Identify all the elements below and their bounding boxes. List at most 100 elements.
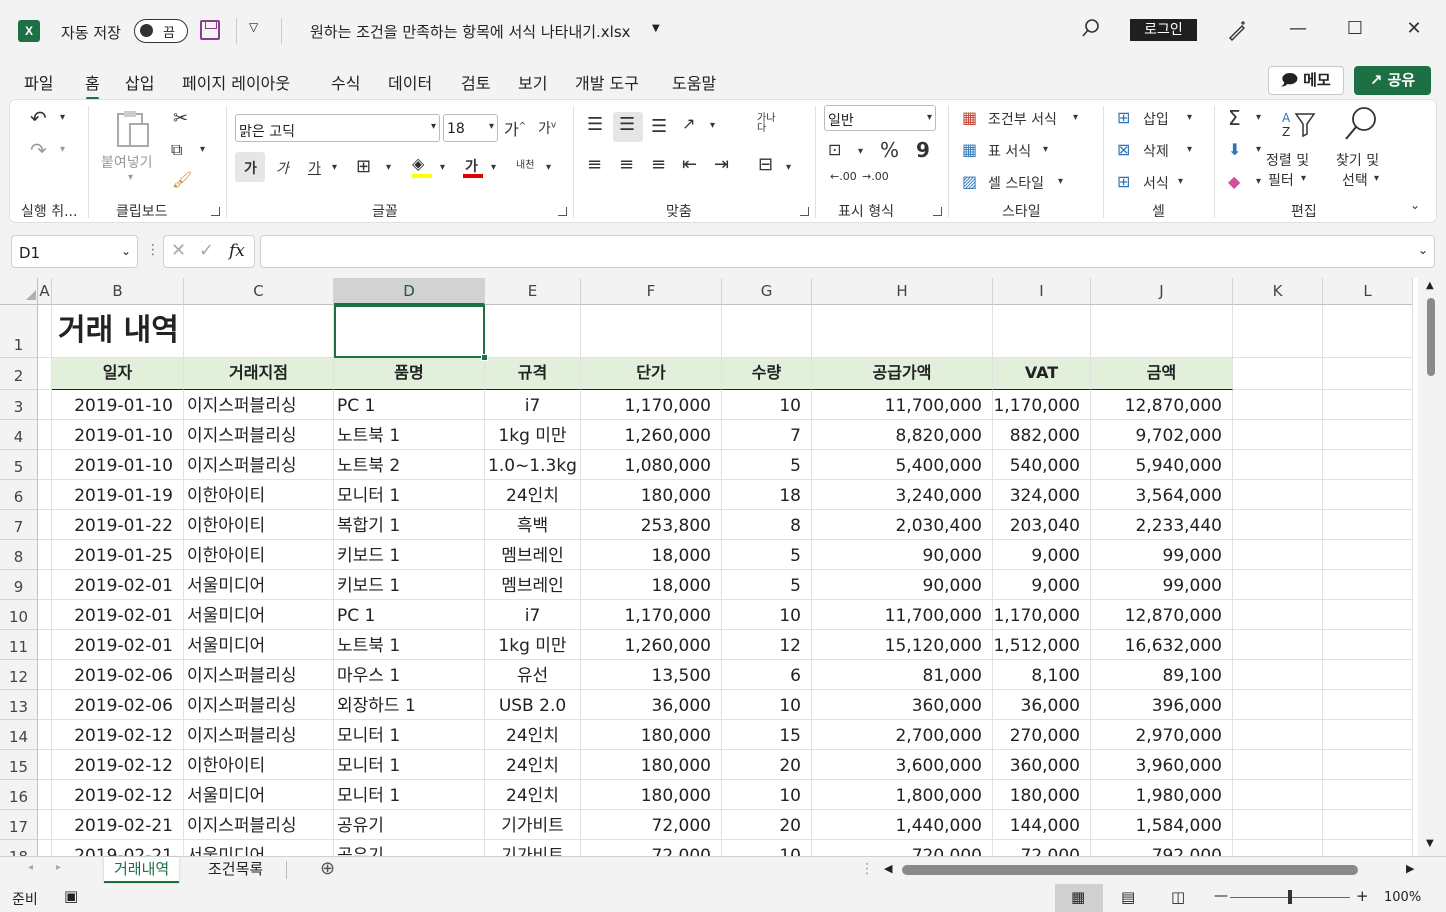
table-cell-col-h[interactable]: 15,120,000	[812, 630, 993, 660]
table-header-cell[interactable]: 수량	[722, 358, 812, 390]
italic-button[interactable]: 가	[276, 158, 289, 178]
table-cell-col-f[interactable]: 18,000	[581, 540, 722, 570]
align-top-icon[interactable]: ☰	[587, 114, 603, 135]
table-cell-col-f[interactable]: 1,260,000	[581, 630, 722, 660]
formula-input[interactable]: ⌄	[260, 235, 1435, 268]
name-box[interactable]: D1 ⌄	[11, 235, 138, 268]
autosum-icon[interactable]: Σ	[1228, 106, 1241, 130]
column-header-l[interactable]: L	[1323, 278, 1413, 305]
table-cell-col-j[interactable]: 2,970,000	[1091, 720, 1233, 750]
table-header-cell[interactable]: 거래지점	[184, 358, 334, 390]
table-cell-col-f[interactable]: 1,170,000	[581, 600, 722, 630]
table-cell-col-f[interactable]: 180,000	[581, 480, 722, 510]
column-header-h[interactable]: H	[812, 278, 993, 305]
table-cell-col-d[interactable]: 노트북 1	[334, 420, 485, 450]
table-cell-col-d[interactable]: 모니터 1	[334, 480, 485, 510]
tab-help[interactable]: 도움말	[672, 70, 716, 94]
sheet-tab-transactions[interactable]: 거래내역	[104, 857, 180, 883]
table-cell-col-j[interactable]: 5,940,000	[1091, 450, 1233, 480]
table-cell-col-e[interactable]: 기가비트	[485, 810, 581, 840]
active-cell-selection[interactable]	[334, 305, 485, 358]
tab-home[interactable]: 홈	[85, 70, 100, 100]
table-cell-col-c[interactable]: 이한아이티	[184, 480, 334, 510]
table-cell-col-c[interactable]: 이지스퍼블리싱	[184, 810, 334, 840]
table-cell-col-c[interactable]: 서울미디어	[184, 780, 334, 810]
table-cell-col-f[interactable]: 18,000	[581, 570, 722, 600]
table-cell-col-c[interactable]: 이지스퍼블리싱	[184, 390, 334, 420]
table-cell-col-d[interactable]: 마우스 1	[334, 660, 485, 690]
phonetic-dropdown-icon[interactable]: ▾	[546, 162, 551, 173]
table-cell-col-g[interactable]: 20	[722, 750, 812, 780]
format-cells-button[interactable]: 서식	[1143, 173, 1169, 193]
grow-font-button[interactable]: 가^	[504, 116, 526, 140]
table-cell-col-e[interactable]: 24인치	[485, 480, 581, 510]
table-cell-col-b[interactable]: 2019-01-10	[52, 390, 184, 420]
table-cell-col-c[interactable]: 서울미디어	[184, 630, 334, 660]
enter-icon[interactable]: ✓	[199, 240, 214, 261]
expand-formula-bar-icon[interactable]: ⌄	[1418, 243, 1428, 257]
table-cell-col-e[interactable]: i7	[485, 600, 581, 630]
underline-dropdown-icon[interactable]: ▾	[332, 162, 337, 173]
table-cell-col-b[interactable]: 2019-01-19	[52, 480, 184, 510]
table-cell-col-j[interactable]: 89,100	[1091, 660, 1233, 690]
row-header-13[interactable]: 13	[0, 690, 38, 720]
table-cell-col-d[interactable]: 모니터 1	[334, 780, 485, 810]
underline-button[interactable]: 가	[308, 158, 321, 178]
row-header-4[interactable]: 4	[0, 420, 38, 450]
tab-page-layout[interactable]: 페이지 레이아웃	[182, 70, 290, 94]
table-cell-col-e[interactable]: i7	[485, 390, 581, 420]
align-middle-icon[interactable]: ☰	[619, 114, 635, 135]
table-cell-col-g[interactable]: 6	[722, 660, 812, 690]
copy-icon[interactable]: ⧉	[171, 140, 182, 160]
column-header-b[interactable]: B	[52, 278, 184, 305]
row-header-3[interactable]: 3	[0, 390, 38, 420]
format-table-icon[interactable]: ▦	[962, 140, 977, 159]
borders-dropdown-icon[interactable]: ▾	[386, 162, 391, 173]
autosum-dropdown-icon[interactable]: ▾	[1256, 112, 1261, 123]
minimize-button[interactable]: —	[1284, 18, 1312, 39]
memo-button[interactable]: 🗩 메모	[1268, 66, 1344, 95]
table-cell-col-f[interactable]: 1,170,000	[581, 390, 722, 420]
share-button[interactable]: ↗ 공유	[1354, 66, 1431, 95]
table-cell-col-b[interactable]: 2019-02-01	[52, 600, 184, 630]
table-cell-col-h[interactable]: 2,700,000	[812, 720, 993, 750]
table-cell-col-d[interactable]: 노트북 2	[334, 450, 485, 480]
table-cell-col-f[interactable]: 72,000	[581, 810, 722, 840]
cell-styles-dropdown-icon[interactable]: ▾	[1058, 176, 1063, 187]
table-cell-col-f[interactable]: 180,000	[581, 780, 722, 810]
table-cell-col-d[interactable]: 외장하드 1	[334, 690, 485, 720]
table-cell-col-e[interactable]: 멤브레인	[485, 570, 581, 600]
row-header-8[interactable]: 8	[0, 540, 38, 570]
wrap-text-icon[interactable]: 가나다	[757, 114, 781, 134]
table-cell-col-b[interactable]: 2019-01-10	[52, 450, 184, 480]
table-cell-col-i[interactable]: 270,000	[993, 720, 1091, 750]
table-cell-col-c[interactable]: 이한아이티	[184, 750, 334, 780]
tab-review[interactable]: 검토	[461, 70, 490, 94]
number-launcher-icon[interactable]	[933, 207, 942, 216]
paste-dropdown-icon[interactable]: ▾	[128, 172, 133, 183]
redo-dropdown-icon[interactable]: ▾	[60, 144, 65, 155]
horizontal-scroll-thumb[interactable]	[902, 865, 1358, 875]
table-cell-col-j[interactable]: 12,870,000	[1091, 600, 1233, 630]
column-header-c[interactable]: C	[184, 278, 334, 305]
table-cell-col-f[interactable]: 180,000	[581, 720, 722, 750]
page-layout-view-button[interactable]: ▤	[1105, 884, 1153, 912]
table-cell-col-h[interactable]: 11,700,000	[812, 600, 993, 630]
delete-cells-icon[interactable]: ⊠	[1117, 140, 1130, 159]
save-icon[interactable]	[200, 20, 220, 40]
cell-styles-icon[interactable]: ▨	[962, 172, 977, 191]
table-cell-col-c[interactable]: 이지스퍼블리싱	[184, 450, 334, 480]
column-header-f[interactable]: F	[581, 278, 722, 305]
table-cell-col-c[interactable]: 이한아이티	[184, 510, 334, 540]
borders-icon[interactable]: ⊞	[356, 156, 371, 177]
zoom-out-icon[interactable]: —	[1214, 888, 1228, 904]
maximize-button[interactable]: ☐	[1341, 18, 1369, 39]
tab-view[interactable]: 보기	[518, 70, 547, 94]
table-cell-col-i[interactable]: 360,000	[993, 750, 1091, 780]
table-cell-col-e[interactable]: 유선	[485, 660, 581, 690]
table-cell-col-h[interactable]: 3,600,000	[812, 750, 993, 780]
chevron-down-icon[interactable]: ⌄	[121, 244, 131, 258]
font-color-dropdown-icon[interactable]: ▾	[491, 162, 496, 173]
row-header-12[interactable]: 12	[0, 660, 38, 690]
table-cell-col-g[interactable]: 10	[722, 690, 812, 720]
